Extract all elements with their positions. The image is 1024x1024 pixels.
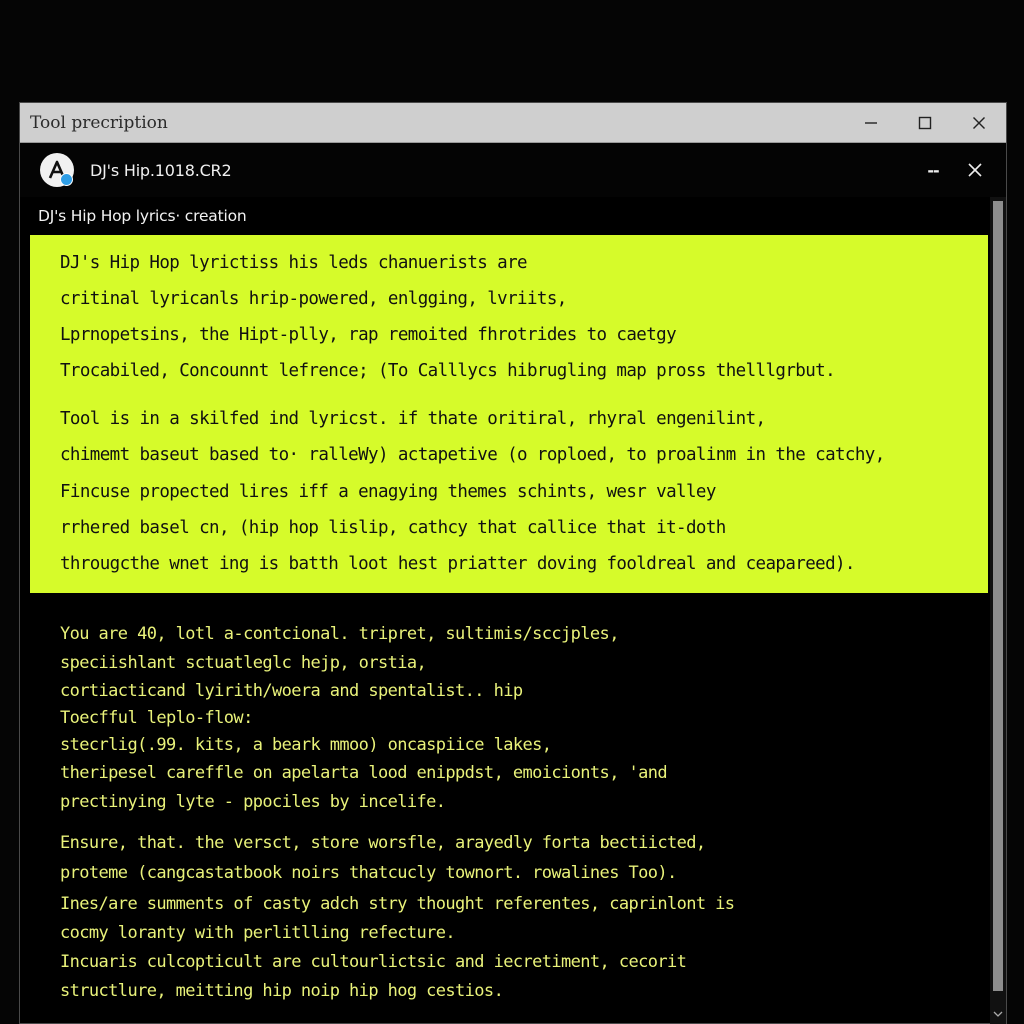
body-line: theripesel careffle on apelarta lood eni…	[60, 763, 668, 783]
body-line: cocmy loranty with perlitlling refecture…	[60, 923, 456, 943]
close-icon	[973, 116, 985, 129]
scrollbar-thumb[interactable]	[993, 201, 1003, 991]
content-area: DJ's Hip Hop lyrics· creation DJ's Hip H…	[20, 197, 1006, 1024]
body-line: structlure, meitting hip noip hip hog ce…	[60, 981, 504, 1001]
inner-titlebar[interactable]: DJ's Hip.1018.CR2 --	[20, 143, 1006, 197]
inner-window-controls: --	[912, 143, 996, 197]
app-logo-icon	[40, 153, 74, 187]
close-button[interactable]	[952, 103, 1006, 142]
body-line: Ensure, that. the versct, store worsfle,…	[60, 833, 706, 853]
chevron-down-icon	[993, 1011, 1003, 1017]
minimize-button[interactable]	[844, 103, 898, 142]
body-line: prectinying lyte - ppociles by incelife.	[60, 792, 446, 812]
highlight-line: Tool is in a skilfed ind lyricst. if tha…	[60, 409, 766, 429]
close-icon	[968, 163, 982, 177]
body-line: cortiacticand lyirith/woera and spentali…	[60, 681, 523, 701]
body-line: You are 40, lotl a-contcional. tripret, …	[60, 624, 619, 644]
body-line: Ines/are summents of casty adch stry tho…	[60, 894, 735, 914]
body-line: speciishlant sctuatleglc hejp, orstia,	[60, 653, 427, 673]
body-line: proteme (cangcastatbook noirs thatcucly …	[60, 863, 677, 883]
highlight-line: chimemt baseut based to· ralleWy) actape…	[60, 445, 885, 465]
inner-close-button[interactable]	[954, 150, 996, 190]
body-line: Toecfful leplo-flow:	[60, 708, 253, 728]
outer-window: Tool precription DJ's Hip.1018.CR2 -- DJ…	[19, 102, 1007, 1024]
highlighted-prompt-block[interactable]: DJ's Hip Hop lyrictiss his leds chanueri…	[30, 235, 988, 593]
scroll-down-button[interactable]	[992, 1008, 1004, 1020]
highlight-line: rrhered basel cn, (hip hop lislip, cathc…	[60, 518, 726, 538]
window-controls	[844, 103, 1006, 142]
body-line: Incuaris culcopticult are cultourlictsic…	[60, 952, 687, 972]
highlight-line: Trocabiled, Concounnt lefrence; (To Call…	[60, 361, 836, 381]
highlight-line: critinal lyricanls hrip-powered, enlggin…	[60, 289, 567, 309]
dash-minimize-icon: --	[927, 160, 939, 180]
maximize-button[interactable]	[898, 103, 952, 142]
inner-minimize-button[interactable]: --	[912, 150, 954, 190]
document-title: DJ's Hip.1018.CR2	[90, 160, 232, 180]
highlight-line: througcthe wnet ing is batth loot hest p…	[60, 554, 855, 574]
vertical-scrollbar[interactable]	[990, 197, 1006, 1024]
minimize-icon	[865, 121, 877, 124]
highlight-line: DJ's Hip Hop lyrictiss his leds chanueri…	[60, 253, 528, 273]
app-badge-icon	[60, 173, 73, 186]
highlight-line: Fincuse propected lires iff a enagying t…	[60, 482, 716, 502]
outer-titlebar[interactable]: Tool precription	[20, 103, 1006, 143]
outer-window-title: Tool precription	[30, 112, 168, 133]
highlight-line: Lprnopetsins, the Hipt-plly, rap remoite…	[60, 325, 677, 345]
body-line: stecrlig(.99. kits, a beark mmoo) oncasp…	[60, 735, 552, 755]
section-heading: DJ's Hip Hop lyrics· creation	[38, 207, 247, 225]
maximize-icon	[918, 116, 932, 129]
